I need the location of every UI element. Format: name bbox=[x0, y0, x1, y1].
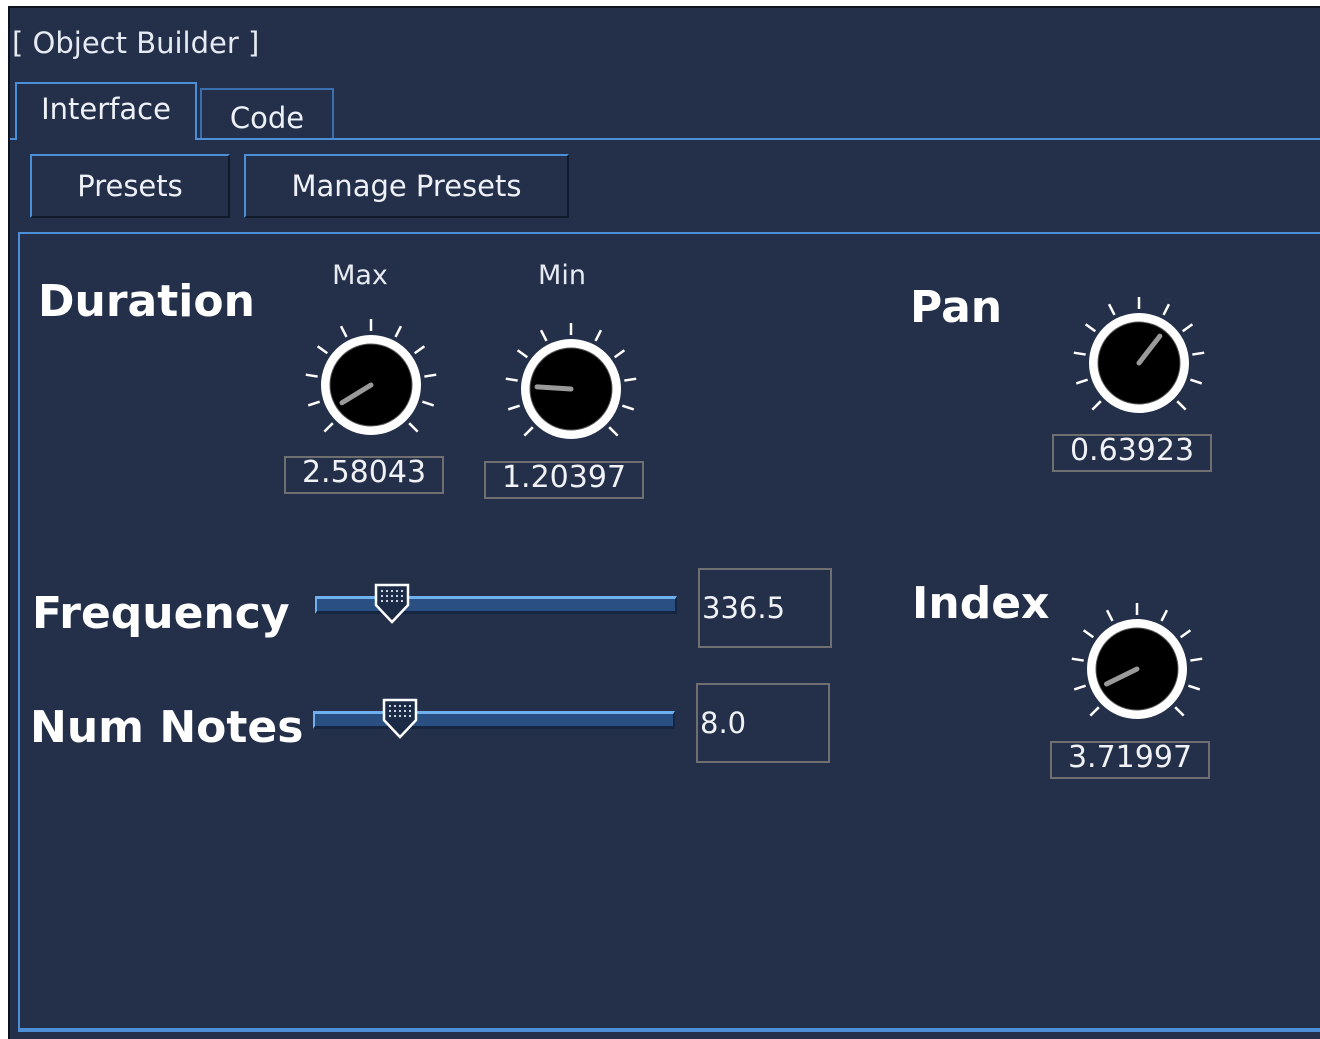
knob-tick bbox=[1190, 657, 1203, 662]
knob-tick bbox=[323, 422, 334, 433]
knob-pointer bbox=[534, 384, 574, 392]
pan-knob[interactable] bbox=[1064, 288, 1214, 438]
knob-tick bbox=[516, 349, 529, 359]
knob-tick bbox=[507, 404, 521, 411]
knob-tick bbox=[539, 329, 548, 342]
object-builder-window: [ Object Builder ] Interface Code Preset… bbox=[8, 6, 1320, 1039]
knob-tick bbox=[1192, 351, 1205, 356]
knob-tick bbox=[305, 373, 318, 378]
presets-button[interactable]: Presets bbox=[30, 154, 230, 218]
knob-tick bbox=[1075, 378, 1089, 385]
knob-tick bbox=[1107, 303, 1116, 316]
knob-tick bbox=[1176, 400, 1187, 411]
knob-tick bbox=[1071, 657, 1084, 662]
knob-tick bbox=[408, 422, 419, 433]
knob-tick bbox=[307, 400, 321, 407]
window-title: [ Object Builder ] bbox=[12, 26, 260, 60]
knob-tick bbox=[1073, 351, 1086, 356]
duration-min-value: 1.20397 bbox=[484, 461, 644, 499]
knob-tick bbox=[1160, 609, 1169, 622]
index-knob[interactable] bbox=[1062, 594, 1212, 744]
knob-tick bbox=[1189, 378, 1203, 385]
knob-tick bbox=[424, 373, 437, 378]
knob-graphic bbox=[505, 323, 637, 439]
knob-tick bbox=[413, 345, 426, 355]
knob-tick bbox=[1091, 400, 1102, 411]
slider-thumb[interactable] bbox=[373, 582, 411, 624]
knob-graphic bbox=[1071, 603, 1203, 719]
pan-label: Pan bbox=[910, 282, 1003, 333]
duration-max-knob[interactable] bbox=[296, 310, 446, 460]
knob-tick bbox=[594, 329, 603, 342]
knob-tick bbox=[421, 400, 435, 407]
pan-value: 0.63923 bbox=[1052, 434, 1212, 472]
knob-tick bbox=[1089, 706, 1100, 717]
knob-tick bbox=[624, 377, 637, 382]
knob-tick bbox=[1084, 323, 1097, 333]
knob-tick bbox=[1073, 684, 1087, 691]
knob-tick bbox=[1082, 629, 1095, 639]
panel-bottom-border bbox=[18, 1028, 1320, 1032]
duration-label: Duration bbox=[38, 276, 255, 327]
knob-tick bbox=[1174, 706, 1185, 717]
index-label: Index bbox=[912, 578, 1050, 629]
index-value: 3.71997 bbox=[1050, 741, 1210, 779]
knob-tick bbox=[613, 349, 626, 359]
slider-thumb[interactable] bbox=[381, 697, 419, 739]
tab-divider bbox=[10, 138, 1320, 140]
knob-tick bbox=[505, 377, 518, 382]
knob-graphic bbox=[1073, 297, 1205, 413]
knob-tick bbox=[1187, 684, 1201, 691]
knob-tick bbox=[1179, 629, 1192, 639]
knob-tick bbox=[316, 345, 329, 355]
tab-code[interactable]: Code bbox=[200, 88, 334, 138]
tab-interface[interactable]: Interface bbox=[15, 82, 197, 140]
knob-tick bbox=[1162, 303, 1171, 316]
duration-max-value: 2.58043 bbox=[284, 456, 444, 494]
knob-tick bbox=[621, 404, 635, 411]
knob-tick bbox=[608, 426, 619, 437]
frequency-slider-track[interactable] bbox=[315, 596, 677, 614]
num-notes-slider-track[interactable] bbox=[313, 711, 675, 729]
duration-min-knob[interactable] bbox=[496, 314, 646, 464]
knob-tick bbox=[523, 426, 534, 437]
num-notes-input[interactable]: 8.0 bbox=[696, 683, 830, 763]
frequency-input[interactable]: 336.5 bbox=[698, 568, 832, 648]
duration-max-label: Max bbox=[332, 260, 388, 291]
frequency-label: Frequency bbox=[32, 588, 290, 639]
num-notes-label: Num Notes bbox=[30, 702, 304, 753]
knob-tick bbox=[394, 325, 403, 338]
knob-tick bbox=[1181, 323, 1194, 333]
knob-tick bbox=[1105, 609, 1114, 622]
knob-graphic bbox=[305, 319, 437, 435]
duration-min-label: Min bbox=[538, 260, 586, 291]
knob-tick bbox=[339, 325, 348, 338]
manage-presets-button[interactable]: Manage Presets bbox=[244, 154, 569, 218]
